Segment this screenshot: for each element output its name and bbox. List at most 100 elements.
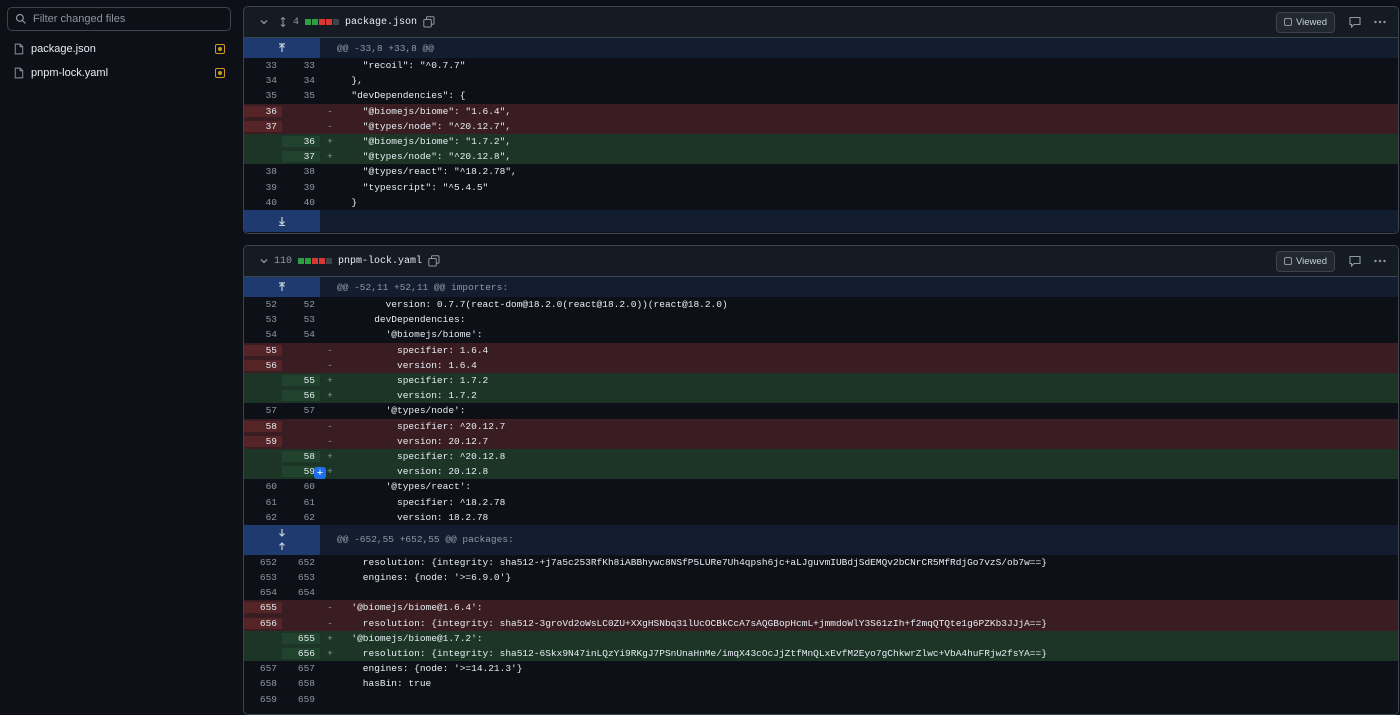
old-line-number[interactable]: 652 xyxy=(244,557,282,568)
deleted-line[interactable]: 55 - specifier: 1.6.4 xyxy=(244,342,1398,358)
old-line-number[interactable]: 57 xyxy=(244,405,282,416)
chevron-down-icon[interactable] xyxy=(259,17,269,27)
old-line-number[interactable]: 36 xyxy=(244,105,282,117)
expand-up-button[interactable] xyxy=(244,38,320,58)
added-line[interactable]: 37 + "@types/node": "^20.12.8", xyxy=(244,149,1398,165)
new-line-number[interactable]: 653 xyxy=(282,572,320,583)
context-line[interactable]: 38 38 "@types/react": "^18.2.78", xyxy=(244,164,1398,179)
copy-icon[interactable] xyxy=(428,255,440,267)
old-line-number[interactable]: 38 xyxy=(244,166,282,177)
added-line[interactable]: 56 + version: 1.7.2 xyxy=(244,388,1398,404)
deleted-line[interactable]: 59 - version: 20.12.7 xyxy=(244,433,1398,449)
old-line-number[interactable]: 37 xyxy=(244,120,282,132)
context-line[interactable]: 654 654 xyxy=(244,585,1398,600)
context-line[interactable]: 35 35 "devDependencies": { xyxy=(244,88,1398,103)
new-line-number[interactable]: 62 xyxy=(282,512,320,523)
context-line[interactable]: 61 61 specifier: ^18.2.78 xyxy=(244,494,1398,509)
old-line-number[interactable]: 653 xyxy=(244,572,282,583)
new-line-number[interactable]: 58 xyxy=(282,450,320,462)
old-line-number[interactable]: 53 xyxy=(244,314,282,325)
added-line[interactable]: 55 + specifier: 1.7.2 xyxy=(244,372,1398,389)
context-line[interactable]: 33 33 "recoil": "^0.7.7" xyxy=(244,58,1398,73)
context-line[interactable]: 53 53 devDependencies: xyxy=(244,312,1398,327)
more-options-icon[interactable] xyxy=(1373,16,1387,28)
new-line-number[interactable]: 40 xyxy=(282,197,320,208)
deleted-line[interactable]: 656 - resolution: {integrity: sha512-3gro… xyxy=(244,615,1398,631)
viewed-button[interactable]: Viewed xyxy=(1276,250,1335,272)
new-line-number[interactable]: 52 xyxy=(282,299,320,310)
new-line-number[interactable]: 33 xyxy=(282,60,320,71)
deleted-line[interactable]: 58 - specifier: ^20.12.7 xyxy=(244,418,1398,434)
viewed-button[interactable]: Viewed xyxy=(1276,11,1335,33)
context-line[interactable]: 57 57 '@types/node': xyxy=(244,403,1398,418)
new-line-number[interactable]: 37 xyxy=(282,151,320,163)
added-line[interactable]: 656 + resolution: {integrity: sha512-6Skx… xyxy=(244,645,1398,662)
old-line-number[interactable]: 40 xyxy=(244,197,282,208)
filter-files-box[interactable] xyxy=(7,7,231,31)
file-path[interactable]: package.json xyxy=(345,17,417,28)
expand-down-button[interactable] xyxy=(244,209,320,232)
new-line-number[interactable]: 39 xyxy=(282,182,320,193)
added-line[interactable]: 36 + "@biomejs/biome": "1.7.2", xyxy=(244,133,1398,150)
new-line-number[interactable]: 35 xyxy=(282,90,320,101)
old-line-number[interactable]: 56 xyxy=(244,359,282,371)
tree-item-pnpm-lock[interactable]: pnpm-lock.yaml xyxy=(7,62,231,84)
expand-both-button[interactable] xyxy=(244,524,320,555)
new-line-number[interactable]: 53 xyxy=(282,314,320,325)
old-line-number[interactable]: 33 xyxy=(244,60,282,71)
old-line-number[interactable]: 39 xyxy=(244,182,282,193)
old-line-number[interactable]: 35 xyxy=(244,90,282,101)
old-line-number[interactable]: 54 xyxy=(244,329,282,340)
expand-up-button[interactable] xyxy=(244,277,320,297)
old-line-number[interactable]: 657 xyxy=(244,663,282,674)
old-line-number[interactable]: 58 xyxy=(244,420,282,432)
tree-item-package-json[interactable]: package.json xyxy=(7,38,231,60)
context-line[interactable]: 40 40 } xyxy=(244,195,1398,210)
context-line[interactable]: 34 34 }, xyxy=(244,73,1398,88)
old-line-number[interactable]: 34 xyxy=(244,75,282,86)
context-line[interactable]: 60 60 '@types/react': xyxy=(244,479,1398,494)
new-line-number[interactable]: 658 xyxy=(282,678,320,689)
new-line-number[interactable]: 54 xyxy=(282,329,320,340)
new-line-number[interactable]: 60 xyxy=(282,481,320,492)
context-line[interactable]: 39 39 "typescript": "^5.4.5" xyxy=(244,180,1398,195)
old-line-number[interactable]: 52 xyxy=(244,299,282,310)
copy-icon[interactable] xyxy=(423,16,435,28)
new-line-number[interactable]: 61 xyxy=(282,497,320,508)
new-line-number[interactable]: 656 xyxy=(282,648,320,660)
old-line-number[interactable]: 55 xyxy=(244,344,282,356)
added-line[interactable]: 59 + version: 20.12.8 xyxy=(244,464,1398,480)
new-line-number[interactable]: 57 xyxy=(282,405,320,416)
new-line-number[interactable]: 56 xyxy=(282,390,320,402)
old-line-number[interactable]: 658 xyxy=(244,678,282,689)
old-line-number[interactable]: 62 xyxy=(244,512,282,523)
context-line[interactable]: 659 659 xyxy=(244,692,1398,707)
added-line[interactable]: 655 + '@biomejs/biome@1.7.2': xyxy=(244,630,1398,646)
comment-icon[interactable] xyxy=(1349,255,1361,267)
deleted-line[interactable]: 655 - '@biomejs/biome@1.6.4': xyxy=(244,600,1398,616)
add-comment-button[interactable]: + xyxy=(314,467,326,479)
chevron-down-icon[interactable] xyxy=(259,256,269,266)
filter-files-input[interactable] xyxy=(33,13,223,25)
file-path[interactable]: pnpm-lock.yaml xyxy=(338,256,422,267)
new-line-number[interactable]: 34 xyxy=(282,75,320,86)
context-line[interactable]: 657 657 engines: {node: '>=14.21.3'} xyxy=(244,661,1398,676)
old-line-number[interactable]: 61 xyxy=(244,497,282,508)
new-line-number[interactable]: 55 xyxy=(282,375,320,387)
expand-all-icon[interactable] xyxy=(278,17,288,27)
new-line-number[interactable]: 38 xyxy=(282,166,320,177)
context-line[interactable]: 52 52 version: 0.7.7(react-dom@18.2.0(rea… xyxy=(244,297,1398,312)
new-line-number[interactable]: 655 xyxy=(282,632,320,644)
more-options-icon[interactable] xyxy=(1373,255,1387,267)
deleted-line[interactable]: 56 - version: 1.6.4 xyxy=(244,357,1398,373)
deleted-line[interactable]: 37 - "@types/node": "^20.12.7", xyxy=(244,118,1398,134)
context-line[interactable]: 62 62 version: 18.2.78 xyxy=(244,510,1398,525)
old-line-number[interactable]: 654 xyxy=(244,587,282,598)
context-line[interactable]: 652 652 resolution: {integrity: sha512-+j… xyxy=(244,555,1398,570)
new-line-number[interactable]: 654 xyxy=(282,587,320,598)
context-line[interactable]: 54 54 '@biomejs/biome': xyxy=(244,327,1398,342)
new-line-number[interactable]: 657 xyxy=(282,663,320,674)
old-line-number[interactable]: 655 xyxy=(244,602,282,614)
comment-icon[interactable] xyxy=(1349,16,1361,28)
new-line-number[interactable]: 36 xyxy=(282,136,320,148)
